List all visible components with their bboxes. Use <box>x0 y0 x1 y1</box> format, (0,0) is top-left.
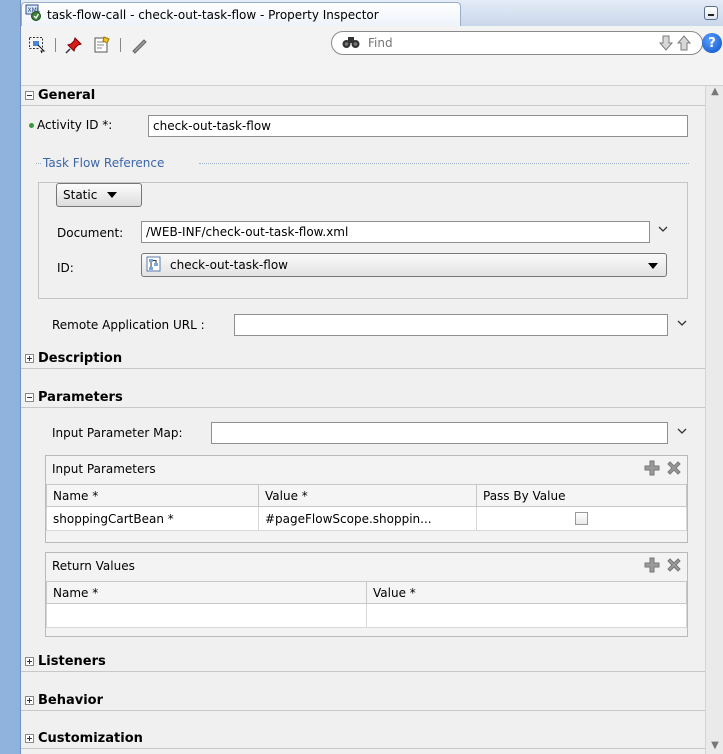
divider <box>36 163 41 164</box>
scroll-down-icon[interactable]: ▼ <box>709 740 721 754</box>
chevron-down-icon[interactable] <box>657 223 669 238</box>
section-listeners-header[interactable]: Listeners <box>21 652 706 672</box>
column-header-value[interactable]: Value * <box>366 581 687 604</box>
add-icon[interactable] <box>643 459 661 480</box>
activity-id-input[interactable]: check-out-task-flow <box>148 115 688 137</box>
return-values-panel: Return Values Name * Value * <box>45 552 688 637</box>
return-values-table: Name * Value * <box>46 581 687 628</box>
expand-icon[interactable] <box>25 696 34 705</box>
table-header-row: Name * Value * <box>46 581 687 604</box>
expand-icon[interactable] <box>25 657 34 666</box>
task-flow-call-icon: XML <box>25 4 43 25</box>
column-header-pass-by-value[interactable]: Pass By Value <box>476 484 687 507</box>
activity-id-label: Activity ID *: <box>37 118 113 132</box>
input-parameters-title: Input Parameters <box>52 462 156 476</box>
minimize-button[interactable] <box>704 6 718 20</box>
input-parameter-map-input[interactable] <box>211 422 668 444</box>
collapse-icon[interactable] <box>25 393 34 402</box>
pin-icon[interactable] <box>64 35 84 55</box>
section-behavior-header[interactable]: Behavior <box>21 691 706 711</box>
remote-url-input[interactable] <box>234 314 668 336</box>
dropdown-arrow-icon <box>107 192 118 198</box>
input-parameters-panel: Input Parameters Name * Value * Pass By … <box>45 455 688 543</box>
inspector-content: General Activity ID *: check-out-task-fl… <box>21 86 706 754</box>
id-label: ID: <box>57 261 74 275</box>
collapse-icon[interactable] <box>25 91 34 100</box>
static-label: Static <box>63 188 98 202</box>
title-tab[interactable]: XML task-flow-call - check-out-task-flow… <box>21 2 461 26</box>
section-title: Behavior <box>38 693 104 708</box>
add-icon[interactable] <box>643 556 661 577</box>
vertical-scrollbar[interactable]: ▲ ▼ <box>705 86 723 754</box>
column-header-name[interactable]: Name * <box>46 484 259 507</box>
input-parameter-map-label: Input Parameter Map: <box>52 426 183 440</box>
expand-icon[interactable] <box>25 734 34 743</box>
pencil-icon[interactable] <box>129 35 149 55</box>
section-title: Customization <box>38 731 143 746</box>
column-header-value[interactable]: Value * <box>258 484 477 507</box>
toolbar-separator <box>120 38 121 52</box>
help-icon[interactable]: ? <box>702 33 722 53</box>
section-title: Description <box>38 351 123 366</box>
section-customization-header[interactable]: Customization <box>21 729 706 749</box>
param-value-cell[interactable]: #pageFlowScope.shoppin... <box>258 506 477 531</box>
window-title: task-flow-call - check-out-task-flow - P… <box>47 7 379 22</box>
column-header-name[interactable]: Name * <box>46 581 367 604</box>
table-row[interactable]: shoppingCartBean * #pageFlowScope.shoppi… <box>46 506 687 531</box>
delete-icon[interactable] <box>665 556 683 577</box>
section-title: General <box>38 88 96 103</box>
section-general-header[interactable]: General <box>21 86 706 106</box>
required-dot-icon <box>29 123 34 128</box>
binoculars-icon[interactable] <box>342 35 360 52</box>
static-dynamic-selector[interactable]: Static <box>56 183 142 207</box>
find-input[interactable] <box>366 35 596 51</box>
find-box <box>331 31 703 55</box>
pass-by-value-checkbox[interactable] <box>575 512 588 525</box>
expand-icon[interactable] <box>25 354 34 363</box>
chevron-down-icon[interactable] <box>676 317 688 332</box>
section-title: Parameters <box>38 390 123 405</box>
chevron-down-icon[interactable] <box>676 425 688 440</box>
divider <box>199 163 689 164</box>
find-next-icon[interactable] <box>658 34 674 55</box>
empty-cell <box>366 603 687 628</box>
empty-cell <box>46 603 367 628</box>
table-header-row: Name * Value * Pass By Value <box>46 484 687 507</box>
remote-url-label: Remote Application URL : <box>52 318 205 332</box>
delete-icon[interactable] <box>665 459 683 480</box>
table-row <box>46 603 687 628</box>
property-inspector-window: XML task-flow-call - check-out-task-flow… <box>20 0 723 754</box>
return-values-title: Return Values <box>52 559 135 573</box>
toolbar: ? <box>21 26 723 86</box>
dropdown-arrow-icon <box>648 263 658 269</box>
section-parameters-header[interactable]: Parameters <box>21 388 706 408</box>
edit-document-icon[interactable] <box>92 35 112 55</box>
document-label: Document: <box>57 226 124 240</box>
toolbar-separator <box>55 38 56 52</box>
task-flow-file-icon <box>146 256 164 274</box>
id-value: check-out-task-flow <box>170 258 288 272</box>
section-description-header[interactable]: Description <box>21 349 706 369</box>
title-bar: XML task-flow-call - check-out-task-flow… <box>21 0 723 26</box>
find-previous-icon[interactable] <box>676 34 692 55</box>
input-parameters-table: Name * Value * Pass By Value shoppingCar… <box>46 484 687 531</box>
section-title: Listeners <box>38 654 106 669</box>
document-input[interactable]: /WEB-INF/check-out-task-flow.xml <box>141 221 650 243</box>
pass-by-value-cell <box>476 506 687 531</box>
select-icon[interactable] <box>27 35 47 55</box>
id-combobox[interactable]: check-out-task-flow <box>141 253 667 277</box>
param-name-cell[interactable]: shoppingCartBean * <box>46 506 259 531</box>
task-flow-reference-label: Task Flow Reference <box>43 156 165 170</box>
scroll-up-icon[interactable]: ▲ <box>709 86 721 100</box>
